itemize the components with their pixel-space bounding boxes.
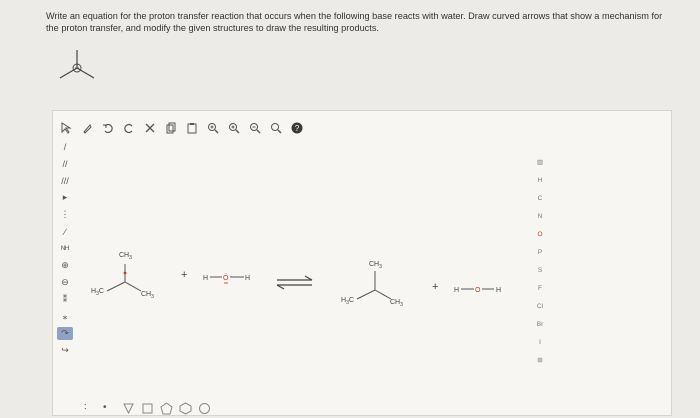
help-icon[interactable]: ? [289, 121, 304, 136]
triple-bond-tool[interactable]: /// [57, 174, 73, 187]
question-text: Write an equation for the proton transfe… [46, 11, 663, 33]
cyclopropane-icon[interactable] [122, 402, 135, 415]
lone-pair-dots-icon[interactable]: ∶ [84, 402, 97, 415]
redo-icon[interactable] [121, 121, 136, 136]
element-f[interactable]: F [538, 284, 542, 294]
element-i[interactable]: I [539, 338, 541, 348]
bond-line [59, 67, 78, 79]
undo-icon[interactable] [100, 121, 115, 136]
left-toolbar: //////▸ ⋮ ∕ ᴺᴴ ⊕ ⊖ ⁑ ⁎ ↷ ↪ [56, 140, 74, 357]
periodic-table-icon[interactable]: ▥ [537, 158, 543, 168]
lone-pair-tool[interactable]: ⁑ [57, 293, 73, 306]
element-palette: ▥ H C N O P S F Cl Br I ⊞ [530, 158, 550, 366]
element-n[interactable]: N [538, 212, 543, 222]
negative-charge-tool[interactable]: ⊖ [57, 276, 73, 289]
hash-bond-tool[interactable]: ⋮ [57, 208, 73, 221]
single-bond-tool[interactable]: / [57, 140, 73, 153]
wedge-bond-tool[interactable]: ▸ [57, 191, 73, 204]
cyclobutane-icon[interactable] [141, 402, 154, 415]
svg-text:?: ? [294, 124, 299, 133]
element-o[interactable]: O [537, 230, 542, 240]
cyclohexane-icon[interactable] [179, 402, 192, 415]
element-p[interactable]: P [538, 248, 542, 258]
element-c[interactable]: C [538, 194, 543, 204]
cyclopentane-icon[interactable] [160, 402, 173, 415]
zoom-reset-icon[interactable] [268, 121, 283, 136]
select-icon[interactable] [58, 121, 73, 136]
zoom-fit-icon[interactable] [205, 121, 220, 136]
copy-icon[interactable] [163, 121, 178, 136]
chain-tool[interactable]: ᴺᴴ [57, 242, 73, 255]
zoom-in-icon[interactable] [226, 121, 241, 136]
lasso-icon[interactable] [79, 121, 94, 136]
top-toolbar: ? [58, 120, 304, 136]
element-br[interactable]: Br [537, 320, 544, 330]
wavy-bond-tool[interactable]: ∕ [57, 225, 73, 238]
dot-icon[interactable]: • [103, 402, 116, 415]
curved-arrow-tool[interactable]: ↷ [57, 327, 73, 340]
paste-icon[interactable] [184, 121, 199, 136]
delete-icon[interactable] [142, 121, 157, 136]
element-h[interactable]: H [538, 176, 543, 186]
element-s[interactable]: S [538, 266, 542, 276]
double-bond-tool[interactable]: // [57, 157, 73, 170]
element-cl[interactable]: Cl [537, 302, 543, 312]
more-elements-icon[interactable]: ⊞ [537, 356, 542, 366]
given-base-structure [59, 50, 95, 79]
half-arrow-tool[interactable]: ↪ [57, 344, 73, 357]
cycloheptane-icon[interactable] [198, 402, 211, 415]
bond-line [76, 67, 95, 79]
bottom-toolbar: ∶ • [84, 402, 211, 415]
zoom-out-icon[interactable] [247, 121, 262, 136]
drawing-canvas[interactable] [52, 110, 672, 416]
radical-tool[interactable]: ⁎ [57, 310, 73, 323]
positive-charge-tool[interactable]: ⊕ [57, 259, 73, 272]
